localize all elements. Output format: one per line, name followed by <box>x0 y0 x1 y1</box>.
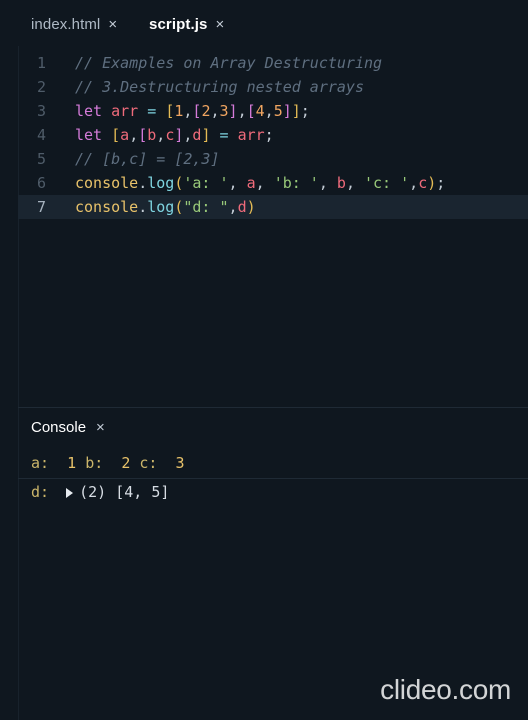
close-icon[interactable]: × <box>108 16 117 33</box>
output-value: 3 <box>175 454 185 472</box>
line-number: 6 <box>36 174 46 192</box>
code-token: a <box>246 174 256 192</box>
code-token: = <box>138 102 166 120</box>
code-token: 5 <box>273 102 283 120</box>
code-token: let <box>75 102 112 120</box>
tab-label: index.html <box>31 15 101 33</box>
code-token: , <box>237 102 247 120</box>
code-token: log <box>147 198 175 216</box>
code-token: // 3.Destructuring nested arrays <box>75 78 364 96</box>
code-token: ; <box>300 102 310 120</box>
code-token: 3 <box>219 102 229 120</box>
code-token: [ <box>111 126 121 144</box>
code-text: // [b,c] = [2,3] <box>75 147 220 171</box>
code-token: c <box>418 174 428 192</box>
console-tab[interactable]: Console × <box>31 416 105 438</box>
code-token: , <box>210 102 220 120</box>
code-editor[interactable]: 1 // Examples on Array Destructuring 2 // 3… <box>18 46 528 406</box>
code-token: arr <box>237 126 265 144</box>
tab-label: script.js <box>149 15 208 33</box>
code-token: . <box>138 174 148 192</box>
code-token: , <box>345 174 364 192</box>
code-line[interactable]: 5 // [b,c] = [2,3] <box>18 147 528 171</box>
code-token: b <box>336 174 346 192</box>
code-token: ] <box>282 102 292 120</box>
code-token: a <box>120 126 130 144</box>
code-line[interactable]: 2 // 3.Destructuring nested arrays <box>18 75 528 99</box>
tab-index-html[interactable]: index.html × <box>31 14 117 34</box>
code-token: , <box>255 174 274 192</box>
code-token: 'a: ' <box>183 174 229 192</box>
code-line[interactable]: 1 // Examples on Array Destructuring <box>18 51 528 75</box>
code-text: console.log("d: ",d) <box>75 195 256 219</box>
close-icon[interactable]: × <box>215 16 224 33</box>
watermark-logo: clideo.com <box>380 674 511 705</box>
code-token: 'b: ' <box>273 174 319 192</box>
code-line[interactable]: 4 let [a,[b,c],d] = arr; <box>18 123 528 147</box>
code-token: . <box>138 198 148 216</box>
console-separator <box>18 478 528 479</box>
code-text: console.log('a: ', a, 'b: ', b, 'c: ',c)… <box>75 171 445 195</box>
code-token: ; <box>264 126 274 144</box>
output-label: c: <box>139 454 158 472</box>
code-token: ; <box>436 174 446 192</box>
code-token: let <box>75 126 112 144</box>
line-number: 7 <box>36 198 46 216</box>
output-label: d: <box>31 483 50 501</box>
output-value: 2 <box>121 454 131 472</box>
code-text: // Examples on Array Destructuring <box>75 51 382 75</box>
code-token: b <box>147 126 157 144</box>
code-token: , <box>129 126 139 144</box>
code-line[interactable]: 3 let arr = [1,[2,3],[4,5]]; <box>18 99 528 123</box>
output-label: b: <box>85 454 104 472</box>
code-token: log <box>147 174 175 192</box>
code-token: ] <box>228 102 238 120</box>
expand-triangle-icon[interactable] <box>66 488 74 498</box>
code-line[interactable]: 7 console.log("d: ",d) <box>18 195 528 219</box>
console-output-row: a: 1 b: 2 c: 3 <box>31 452 185 474</box>
tab-bar: index.html × script.js × <box>18 0 528 46</box>
console-output-row: d: (2) [4, 5] <box>31 481 169 503</box>
code-token: console <box>75 198 139 216</box>
code-token: , <box>264 102 274 120</box>
code-token: // Examples on Array Destructuring <box>75 54 383 72</box>
code-token: 'c: ' <box>364 174 410 192</box>
code-text: let arr = [1,[2,3],[4,5]]; <box>75 99 310 123</box>
code-text: let [a,[b,c],d] = arr; <box>75 123 274 147</box>
code-token: 4 <box>255 102 265 120</box>
code-token: , <box>409 174 419 192</box>
code-token: , <box>156 126 166 144</box>
code-token: "d: " <box>183 198 229 216</box>
code-token: ) <box>427 174 437 192</box>
code-token: [ <box>138 126 148 144</box>
code-token: [ <box>246 102 256 120</box>
code-token: [ <box>165 102 175 120</box>
code-token: , <box>318 174 337 192</box>
close-icon[interactable]: × <box>96 419 105 436</box>
code-token: = <box>210 126 238 144</box>
tab-script-js[interactable]: script.js × <box>149 14 224 34</box>
code-token: ] <box>291 102 301 120</box>
line-number: 1 <box>36 54 46 72</box>
line-number: 3 <box>36 102 46 120</box>
code-token: d <box>237 198 247 216</box>
code-token: // [b,c] = [2,3] <box>75 150 220 168</box>
code-line[interactable]: 6 console.log('a: ', a, 'b: ', b, 'c: ',c… <box>18 171 528 195</box>
line-number: 2 <box>36 78 46 96</box>
code-text: // 3.Destructuring nested arrays <box>75 75 364 99</box>
line-number: 5 <box>36 150 46 168</box>
console-title: Console <box>31 418 87 436</box>
code-token: , <box>228 174 247 192</box>
code-token: , <box>228 198 238 216</box>
line-number: 4 <box>36 126 46 144</box>
code-token: c <box>165 126 175 144</box>
code-token: arr <box>111 102 139 120</box>
panel-divider <box>18 407 528 408</box>
output-label: a: <box>31 454 50 472</box>
output-value: 1 <box>67 454 77 472</box>
array-preview[interactable]: (2) [4, 5] <box>79 483 169 501</box>
code-token: ) <box>246 198 256 216</box>
code-token: console <box>75 174 139 192</box>
